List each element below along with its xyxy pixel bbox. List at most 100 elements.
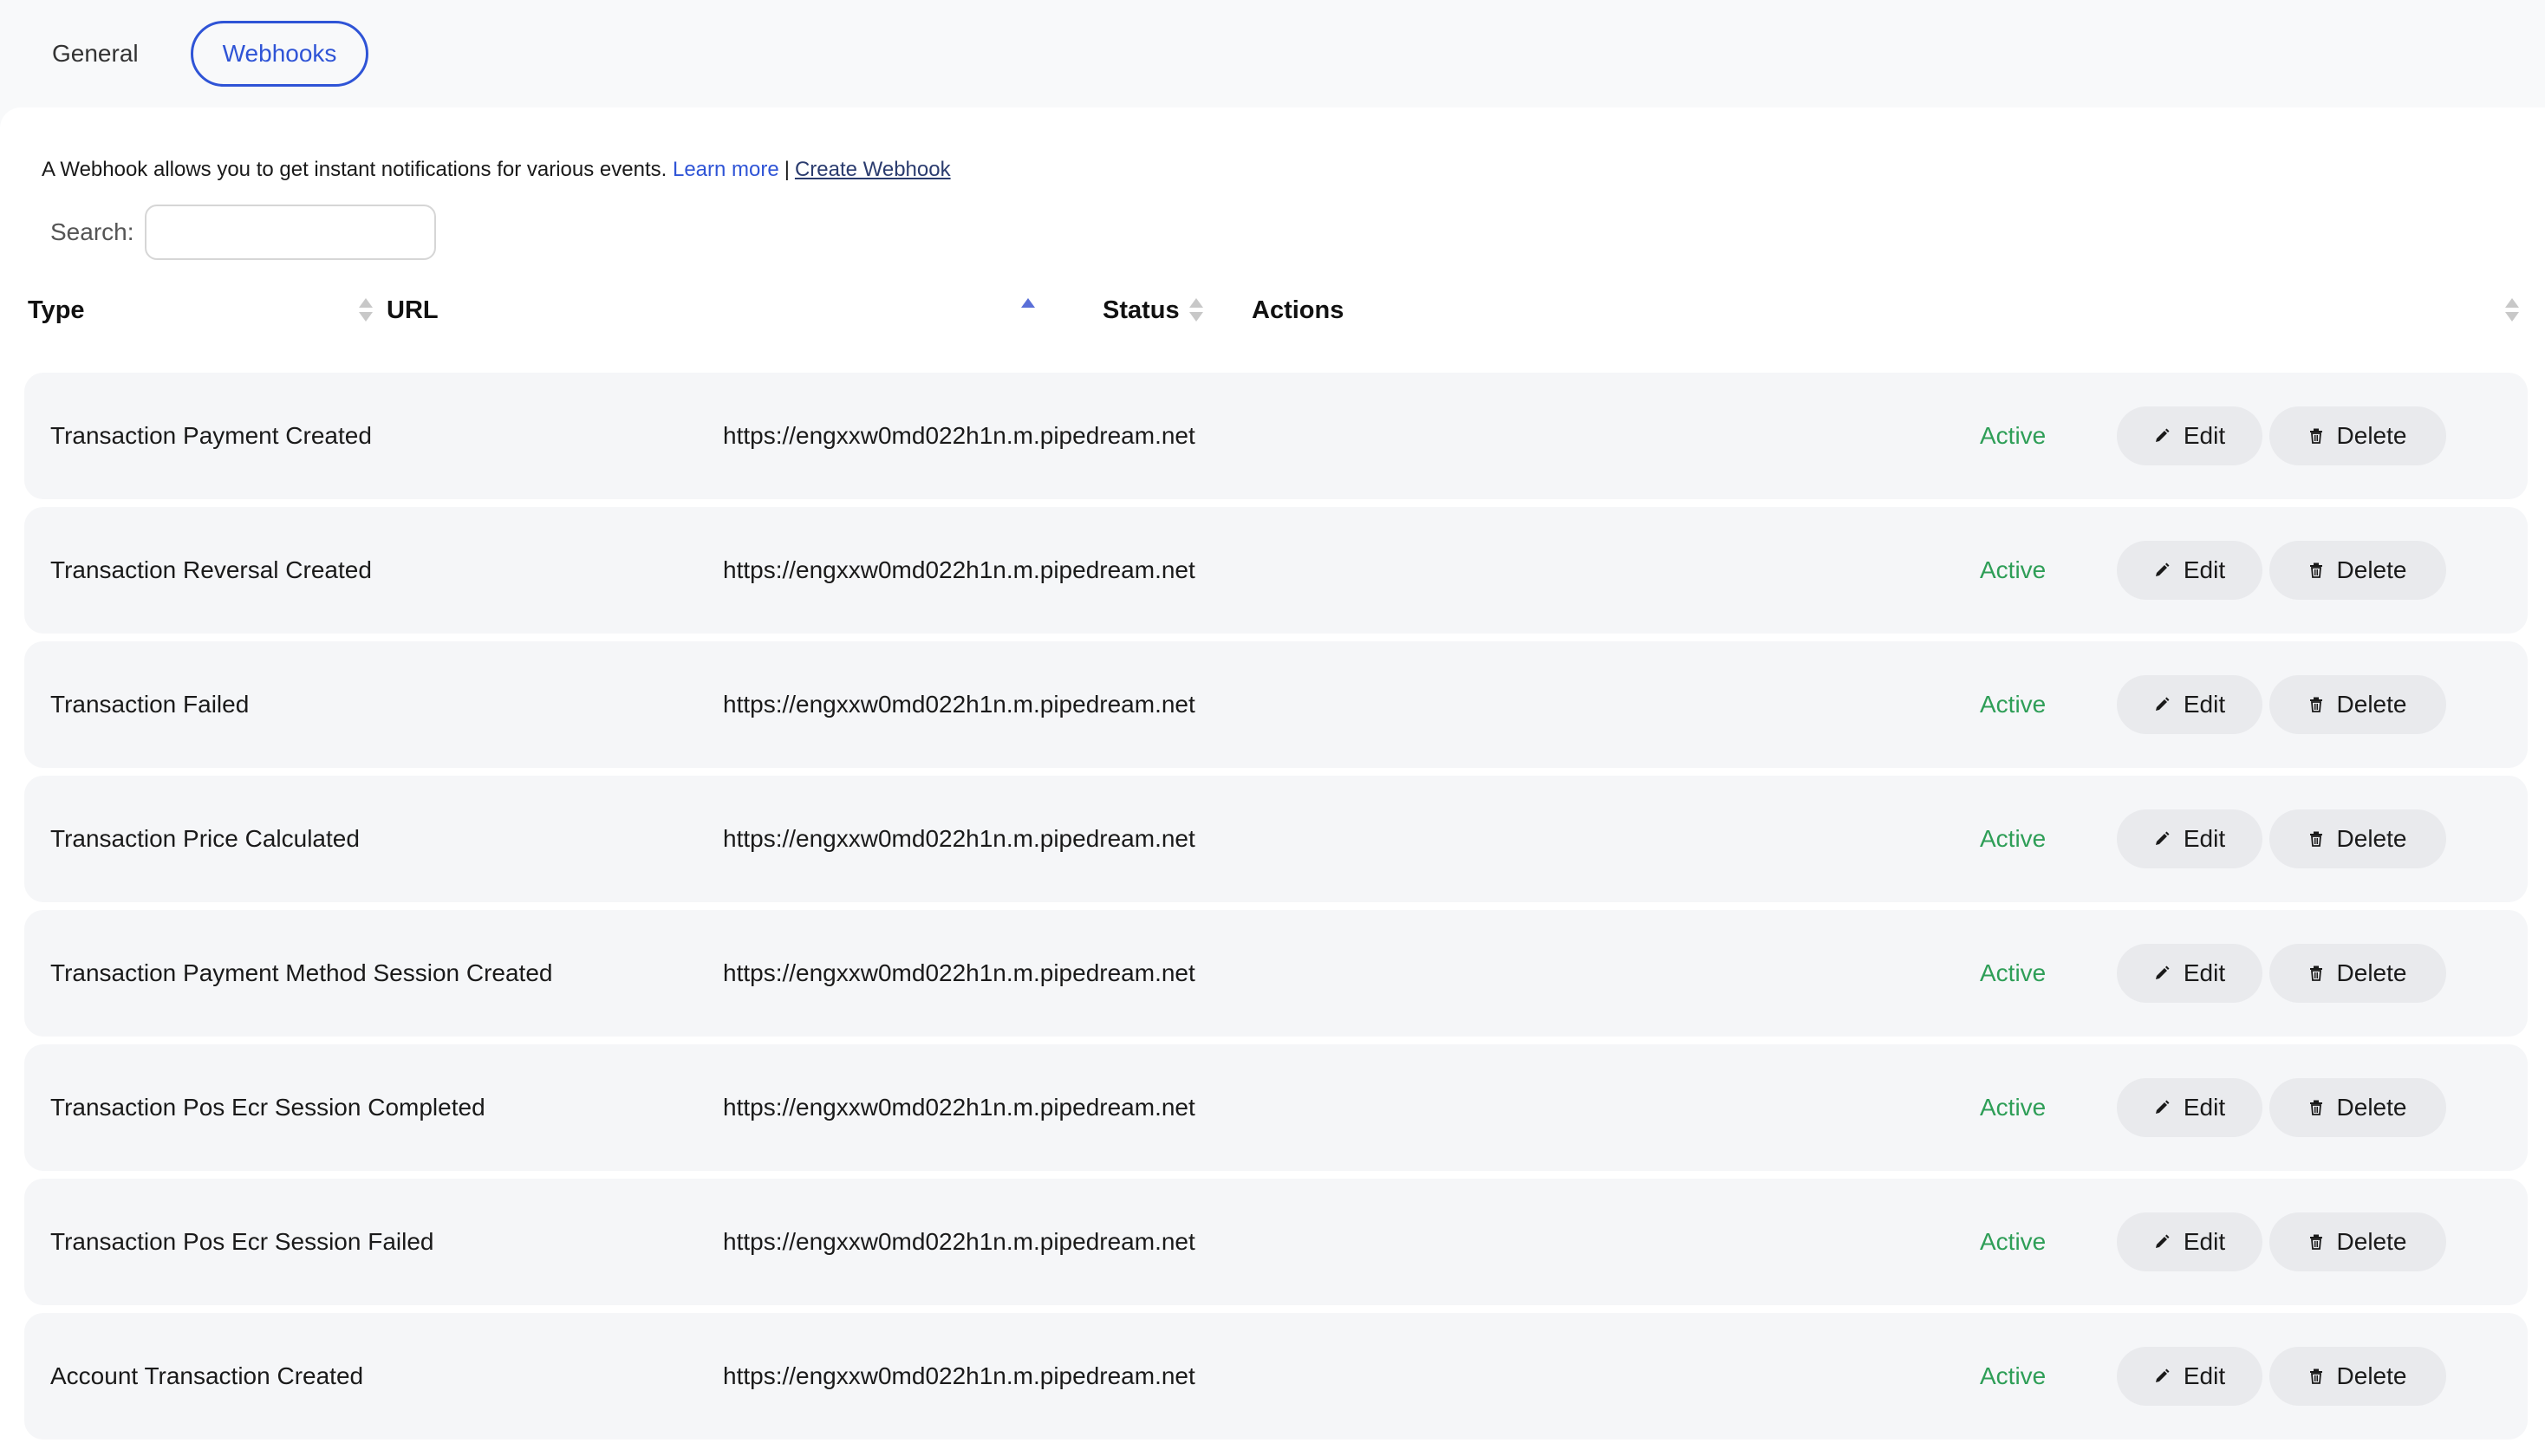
edit-label: Edit	[2183, 1228, 2226, 1255]
trash-icon	[2309, 1368, 2323, 1384]
edit-button[interactable]: Edit	[2117, 1078, 2262, 1137]
delete-label: Delete	[2336, 422, 2407, 449]
status-badge: Active	[1980, 691, 2047, 718]
edit-button[interactable]: Edit	[2117, 809, 2262, 868]
edit-button[interactable]: Edit	[2117, 675, 2262, 734]
column-header-url[interactable]: URL	[387, 277, 439, 343]
pencil-icon	[2154, 562, 2170, 578]
url-cell: https://engxxw0md022h1n.m.pipedream.net	[723, 1228, 1195, 1255]
status-badge: Active	[1980, 1228, 2047, 1255]
delete-button[interactable]: Delete	[2269, 944, 2446, 1003]
sort-type-icon[interactable]	[359, 296, 373, 324]
edit-button[interactable]: Edit	[2117, 1212, 2262, 1271]
delete-label: Delete	[2336, 1228, 2407, 1255]
status-badge: Active	[1980, 825, 2047, 852]
pencil-icon	[2154, 697, 2170, 712]
url-cell: https://engxxw0md022h1n.m.pipedream.net	[723, 1094, 1195, 1121]
column-header-type[interactable]: Type	[28, 277, 85, 343]
search-label: Search:	[50, 218, 134, 245]
table-row: Transaction Payment Method Session Creat…	[24, 910, 2528, 1037]
search-row: Search:	[50, 205, 436, 260]
table-row: Transaction Pos Ecr Session Failed https…	[24, 1179, 2528, 1305]
delete-label: Delete	[2336, 1094, 2407, 1121]
tab-webhooks[interactable]: Webhooks	[190, 21, 369, 87]
pencil-icon	[2154, 965, 2170, 981]
delete-label: Delete	[2336, 825, 2407, 852]
sort-url-icon[interactable]	[1021, 296, 1035, 324]
delete-label: Delete	[2336, 556, 2407, 583]
delete-button[interactable]: Delete	[2269, 1347, 2446, 1406]
table-row: Account Transaction Created https://engx…	[24, 1313, 2528, 1440]
edit-label: Edit	[2183, 1094, 2226, 1121]
delete-label: Delete	[2336, 959, 2407, 986]
delete-button[interactable]: Delete	[2269, 406, 2446, 465]
type-cell: Transaction Payment Created	[50, 422, 372, 449]
edit-label: Edit	[2183, 691, 2226, 718]
url-cell: https://engxxw0md022h1n.m.pipedream.net	[723, 959, 1195, 986]
edit-button[interactable]: Edit	[2117, 406, 2262, 465]
edit-label: Edit	[2183, 1362, 2226, 1389]
delete-label: Delete	[2336, 1362, 2407, 1389]
delete-button[interactable]: Delete	[2269, 675, 2446, 734]
type-cell: Transaction Price Calculated	[50, 825, 360, 852]
delete-button[interactable]: Delete	[2269, 809, 2446, 868]
intro-line: A Webhook allows you to get instant noti…	[42, 158, 951, 182]
edit-button[interactable]: Edit	[2117, 1347, 2262, 1406]
status-badge: Active	[1980, 422, 2047, 449]
edit-label: Edit	[2183, 959, 2226, 986]
delete-button[interactable]: Delete	[2269, 1078, 2446, 1137]
status-badge: Active	[1980, 1094, 2047, 1121]
type-cell: Account Transaction Created	[50, 1362, 364, 1389]
webhooks-panel: A Webhook allows you to get instant noti…	[0, 107, 2545, 1456]
edit-button[interactable]: Edit	[2117, 944, 2262, 1003]
type-cell: Transaction Failed	[50, 691, 250, 718]
pencil-icon	[2154, 1234, 2170, 1250]
url-cell: https://engxxw0md022h1n.m.pipedream.net	[723, 825, 1195, 852]
url-cell: https://engxxw0md022h1n.m.pipedream.net	[723, 556, 1195, 583]
trash-icon	[2309, 697, 2323, 712]
url-cell: https://engxxw0md022h1n.m.pipedream.net	[723, 1362, 1195, 1389]
table-row: Transaction Pos Ecr Session Completed ht…	[24, 1044, 2528, 1171]
url-cell: https://engxxw0md022h1n.m.pipedream.net	[723, 691, 1195, 718]
sort-actions-icon[interactable]	[2505, 296, 2519, 324]
type-cell: Transaction Pos Ecr Session Completed	[50, 1094, 485, 1121]
sort-status-icon[interactable]	[1189, 296, 1203, 324]
edit-label: Edit	[2183, 556, 2226, 583]
pencil-icon	[2154, 831, 2170, 847]
column-header-actions[interactable]: Actions	[1252, 277, 1344, 343]
table-row: Transaction Reversal Created https://eng…	[24, 507, 2528, 634]
status-badge: Active	[1980, 959, 2047, 986]
intro-text: A Webhook allows you to get instant noti…	[42, 158, 667, 181]
create-webhook-link[interactable]: Create Webhook	[795, 158, 951, 181]
table-row: Transaction Payment Created https://engx…	[24, 373, 2528, 499]
search-input[interactable]	[144, 205, 436, 260]
column-header-status[interactable]: Status	[1103, 277, 1180, 343]
trash-icon	[2309, 1100, 2323, 1115]
trash-icon	[2309, 831, 2323, 847]
pencil-icon	[2154, 428, 2170, 444]
pencil-icon	[2154, 1368, 2170, 1384]
delete-button[interactable]: Delete	[2269, 541, 2446, 600]
status-badge: Active	[1980, 556, 2047, 583]
table-header: Type URL Status Actions	[24, 277, 2528, 343]
delete-button[interactable]: Delete	[2269, 1212, 2446, 1271]
tab-general[interactable]: General	[17, 21, 173, 87]
type-cell: Transaction Pos Ecr Session Failed	[50, 1228, 434, 1255]
trash-icon	[2309, 1234, 2323, 1250]
delete-label: Delete	[2336, 691, 2407, 718]
type-cell: Transaction Payment Method Session Creat…	[50, 959, 553, 986]
learn-more-link[interactable]: Learn more	[673, 158, 779, 181]
trash-icon	[2309, 428, 2323, 444]
table-row: Transaction Price Calculated https://eng…	[24, 776, 2528, 902]
status-badge: Active	[1980, 1362, 2047, 1389]
edit-label: Edit	[2183, 825, 2226, 852]
edit-button[interactable]: Edit	[2117, 541, 2262, 600]
url-cell: https://engxxw0md022h1n.m.pipedream.net	[723, 422, 1195, 449]
intro-separator: |	[784, 158, 790, 181]
type-cell: Transaction Reversal Created	[50, 556, 372, 583]
edit-label: Edit	[2183, 422, 2226, 449]
pencil-icon	[2154, 1100, 2170, 1115]
trash-icon	[2309, 965, 2323, 981]
tab-bar: General Webhooks	[0, 0, 2545, 107]
table-row: Transaction Failed https://engxxw0md022h…	[24, 641, 2528, 768]
